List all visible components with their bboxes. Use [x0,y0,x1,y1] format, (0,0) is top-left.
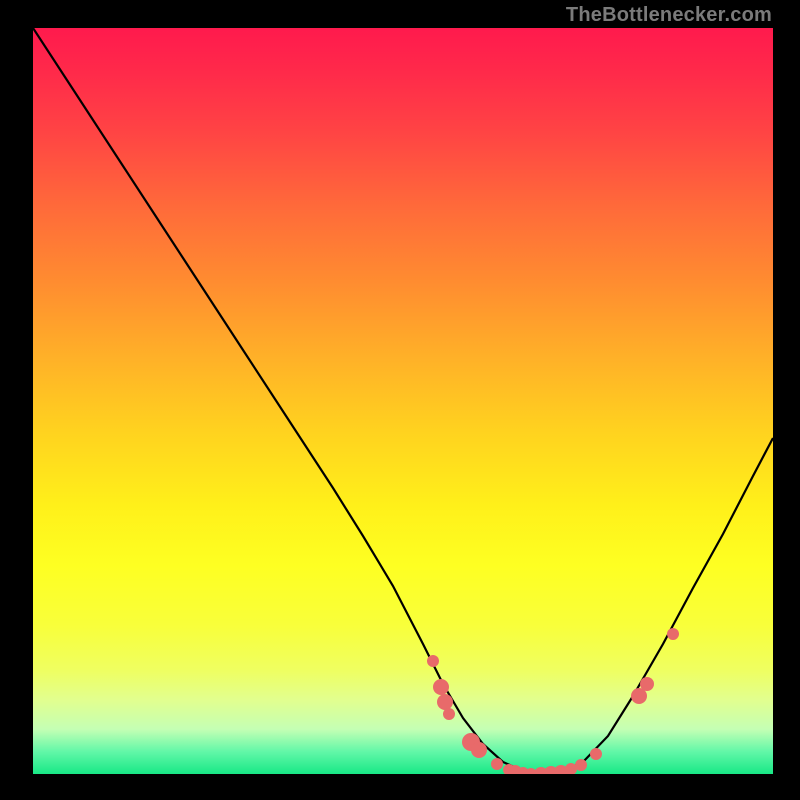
data-marker [437,694,453,710]
chart-frame: TheBottlenecker.com [0,0,800,800]
watermark-text: TheBottlenecker.com [566,4,772,27]
curve-path [33,28,773,774]
data-marker [575,759,587,771]
data-marker [433,679,449,695]
curve-layer [33,28,773,774]
data-marker [427,655,439,667]
data-marker [667,628,679,640]
data-marker [640,677,654,691]
data-marker [471,742,487,758]
data-markers [427,628,679,774]
data-marker [590,748,602,760]
data-marker [491,758,503,770]
plot-area [33,28,773,774]
bottleneck-curve [33,28,773,774]
data-marker [443,708,455,720]
